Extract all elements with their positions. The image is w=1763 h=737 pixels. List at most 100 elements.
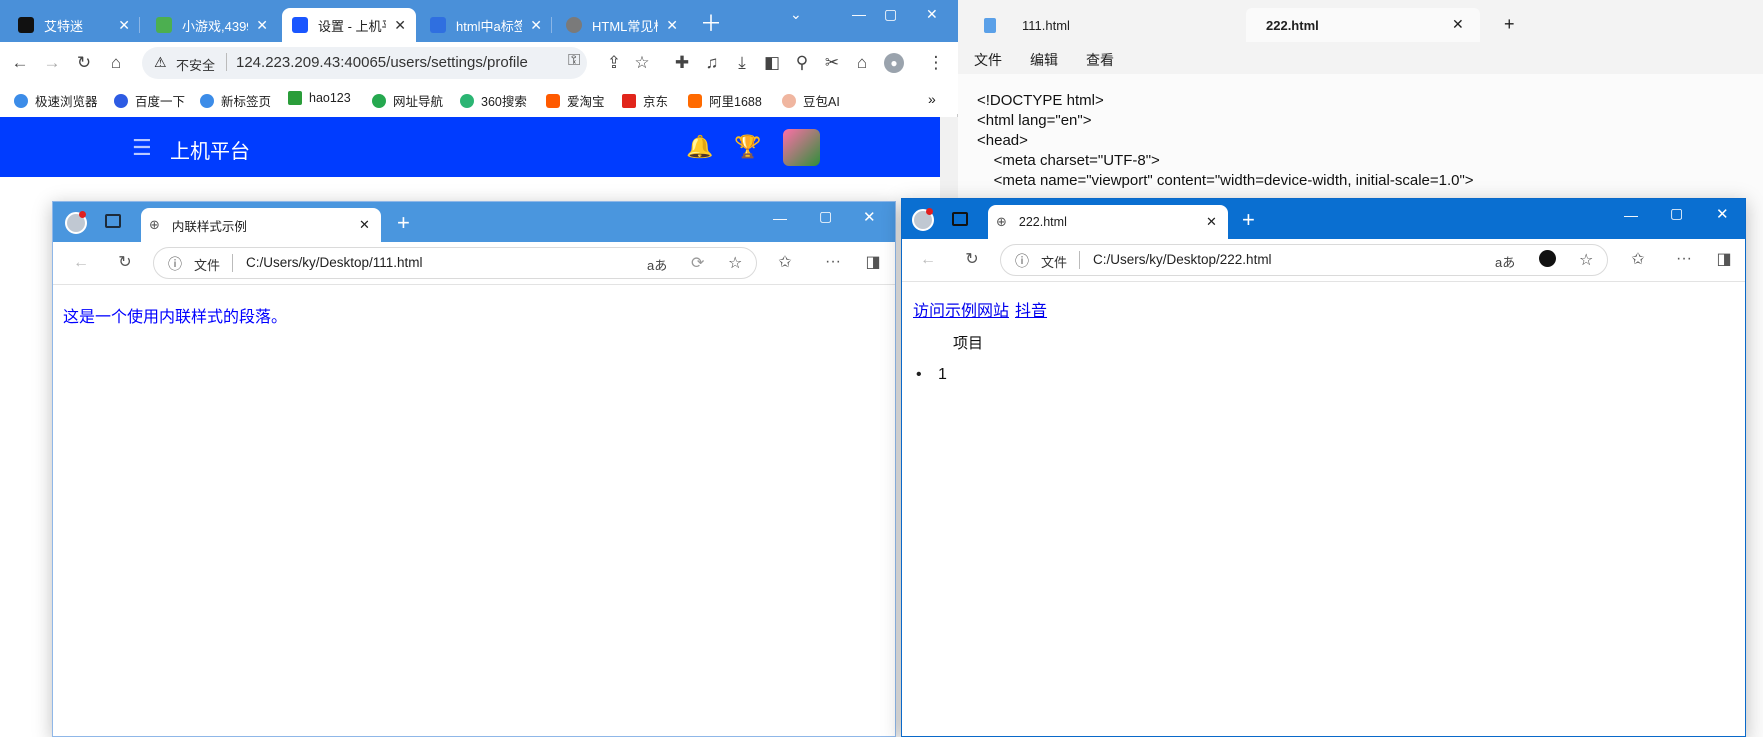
bookmark-item[interactable]: hao123 <box>288 91 351 105</box>
user-avatar[interactable] <box>783 129 820 166</box>
star-icon[interactable]: ☆ <box>632 53 652 73</box>
menu-view[interactable]: 查看 <box>1086 50 1114 70</box>
menu-file[interactable]: 文件 <box>974 50 1002 70</box>
close-icon[interactable]: ✕ <box>359 217 370 233</box>
back-tab-1[interactable]: 艾特迷 ✕ <box>8 8 140 42</box>
read-aloud-icon[interactable]: aあ <box>1495 252 1515 271</box>
back-arrow-icon[interactable]: ← <box>71 253 91 273</box>
profile-avatar[interactable]: ● <box>884 53 904 73</box>
more-icon[interactable]: ··· <box>823 252 843 272</box>
code-line: <meta name="viewport" content="width=dev… <box>977 172 1474 189</box>
minimize-button[interactable]: — <box>1624 207 1638 223</box>
bookmark-label: 京东 <box>643 95 669 109</box>
close-window-button[interactable]: ✕ <box>863 208 876 226</box>
sync-icon[interactable]: ⟳ <box>691 253 704 273</box>
bookmark-item[interactable]: 豆包AI <box>782 91 840 110</box>
maximize-button[interactable]: ▢ <box>819 208 832 225</box>
scissors-icon[interactable]: ✂ <box>822 53 842 73</box>
tab-actions-icon[interactable] <box>952 212 968 226</box>
new-tab-button[interactable]: + <box>1242 207 1255 233</box>
sidebar-icon[interactable]: ◨ <box>1714 250 1734 270</box>
bookmarks-overflow-icon[interactable]: » <box>928 91 936 107</box>
bookmark-item[interactable]: 爱淘宝 <box>546 91 605 110</box>
back-arrow-icon[interactable]: ← <box>918 250 938 270</box>
close-icon[interactable]: ✕ <box>394 17 406 34</box>
favorites-icon[interactable]: ✩ <box>1628 250 1648 270</box>
back-address-bar[interactable]: ⚠ 不安全 124.223.209.43:40065/users/setting… <box>142 47 587 79</box>
trophy-icon[interactable]: 🏆 <box>734 134 761 160</box>
info-icon: ⓘ <box>1015 253 1029 269</box>
douyin-link[interactable]: 抖音 <box>1015 297 1047 321</box>
reload-icon[interactable]: ↻ <box>115 253 135 273</box>
reload-icon[interactable]: ↻ <box>962 250 982 270</box>
editor-tab-111[interactable]: 111.html <box>970 8 1200 42</box>
menu-edit[interactable]: 编辑 <box>1030 50 1058 70</box>
search-icon[interactable]: ⚲ <box>792 53 812 73</box>
minimize-button[interactable]: — <box>773 210 787 226</box>
file-label: 文件 <box>1041 255 1068 270</box>
house-icon <box>372 93 386 108</box>
apps-icon[interactable]: ⌂ <box>852 53 872 73</box>
taobao-icon <box>546 93 560 108</box>
back-tab-4-title: html中a标签 <box>456 18 523 34</box>
editor-tab-222[interactable]: 222.html ✕ <box>1246 8 1480 42</box>
back-tab-3-active[interactable]: 设置 - 上机平 ✕ <box>282 8 416 42</box>
favorites-icon[interactable]: ✩ <box>775 253 795 273</box>
bookmark-item[interactable]: 京东 <box>622 91 668 110</box>
share-icon[interactable]: ⇪ <box>604 53 624 73</box>
forward-arrow-icon[interactable]: → <box>42 53 62 73</box>
new-tab-button[interactable]: + <box>397 210 410 236</box>
close-icon[interactable]: ✕ <box>530 17 542 34</box>
tab-actions-icon[interactable] <box>105 214 121 228</box>
back-arrow-icon[interactable]: ← <box>10 53 30 73</box>
close-window-button[interactable]: ✕ <box>926 6 938 23</box>
example-site-link[interactable]: 访问示例网站 <box>913 297 1009 321</box>
more-icon[interactable]: ··· <box>1674 249 1694 269</box>
maximize-button[interactable]: ▢ <box>884 6 897 23</box>
back-tab-3-title: 设置 - 上机平 <box>318 18 386 34</box>
close-window-button[interactable]: ✕ <box>1716 205 1729 223</box>
home-icon[interactable]: ⌂ <box>106 53 126 73</box>
bookmark-item[interactable]: 极速浏览器 <box>14 91 98 110</box>
bookmark-item[interactable]: 百度一下 <box>114 91 185 110</box>
new-tab-button[interactable]: ＋ <box>700 12 722 36</box>
edge-tab-222[interactable]: ⊕ 222.html ✕ <box>988 205 1228 239</box>
media-icon[interactable]: ♫ <box>702 53 722 73</box>
chevron-down-icon[interactable]: ⌄ <box>790 6 802 23</box>
read-aloud-icon[interactable]: aあ <box>647 255 667 274</box>
bell-icon[interactable]: 🔔 <box>686 134 713 160</box>
edge-tab-111[interactable]: ⊕ 内联样式示例 ✕ <box>141 208 381 242</box>
back-tab-1-title: 艾特迷 <box>44 18 84 34</box>
close-icon[interactable]: ✕ <box>666 17 678 34</box>
edge-address-bar[interactable]: ⓘ 文件 C:/Users/ky/Desktop/222.html aあ ☆ <box>1000 244 1608 276</box>
alibaba-icon <box>688 93 702 108</box>
back-tab-4[interactable]: html中a标签 ✕ <box>420 8 552 42</box>
sidebar-icon[interactable]: ◧ <box>762 53 782 73</box>
more-vertical-icon[interactable]: ⋮ <box>926 53 946 73</box>
sidebar-icon[interactable]: ◨ <box>863 253 883 273</box>
new-tab-button[interactable]: + <box>1504 14 1515 35</box>
reload-icon[interactable]: ↻ <box>74 53 94 73</box>
edge-logo-icon[interactable] <box>1539 250 1556 267</box>
close-icon[interactable]: ✕ <box>256 17 268 34</box>
editor-tab-label: 222.html <box>1266 17 1319 33</box>
minimize-button[interactable]: — <box>852 6 866 22</box>
key-icon[interactable]: ⚿ <box>568 52 580 70</box>
close-icon[interactable]: ✕ <box>1206 214 1217 230</box>
back-tab-5[interactable]: HTML常见标 ✕ <box>556 8 688 42</box>
favorite-star-icon[interactable]: ☆ <box>728 253 742 273</box>
close-icon[interactable]: ✕ <box>118 17 130 34</box>
extension-icon[interactable]: ✚ <box>672 53 692 73</box>
favorite-star-icon[interactable]: ☆ <box>1579 250 1593 270</box>
download-icon[interactable]: ⤓ <box>732 53 752 73</box>
back-tab-2[interactable]: 小游戏,4399 ✕ <box>146 8 278 42</box>
bookmark-item[interactable]: 新标签页 <box>200 91 271 110</box>
hamburger-menu-icon[interactable]: ☰ <box>132 137 152 159</box>
edge-address-bar[interactable]: ⓘ 文件 C:/Users/ky/Desktop/111.html aあ ⟳ ☆ <box>153 247 757 279</box>
close-icon[interactable]: ✕ <box>1452 16 1464 33</box>
maximize-button[interactable]: ▢ <box>1670 205 1683 222</box>
bookmark-item[interactable]: 阿里1688 <box>688 91 762 110</box>
jd-icon <box>622 93 636 108</box>
bookmark-item[interactable]: 网址导航 <box>372 91 443 110</box>
bookmark-item[interactable]: 360搜索 <box>460 91 527 110</box>
